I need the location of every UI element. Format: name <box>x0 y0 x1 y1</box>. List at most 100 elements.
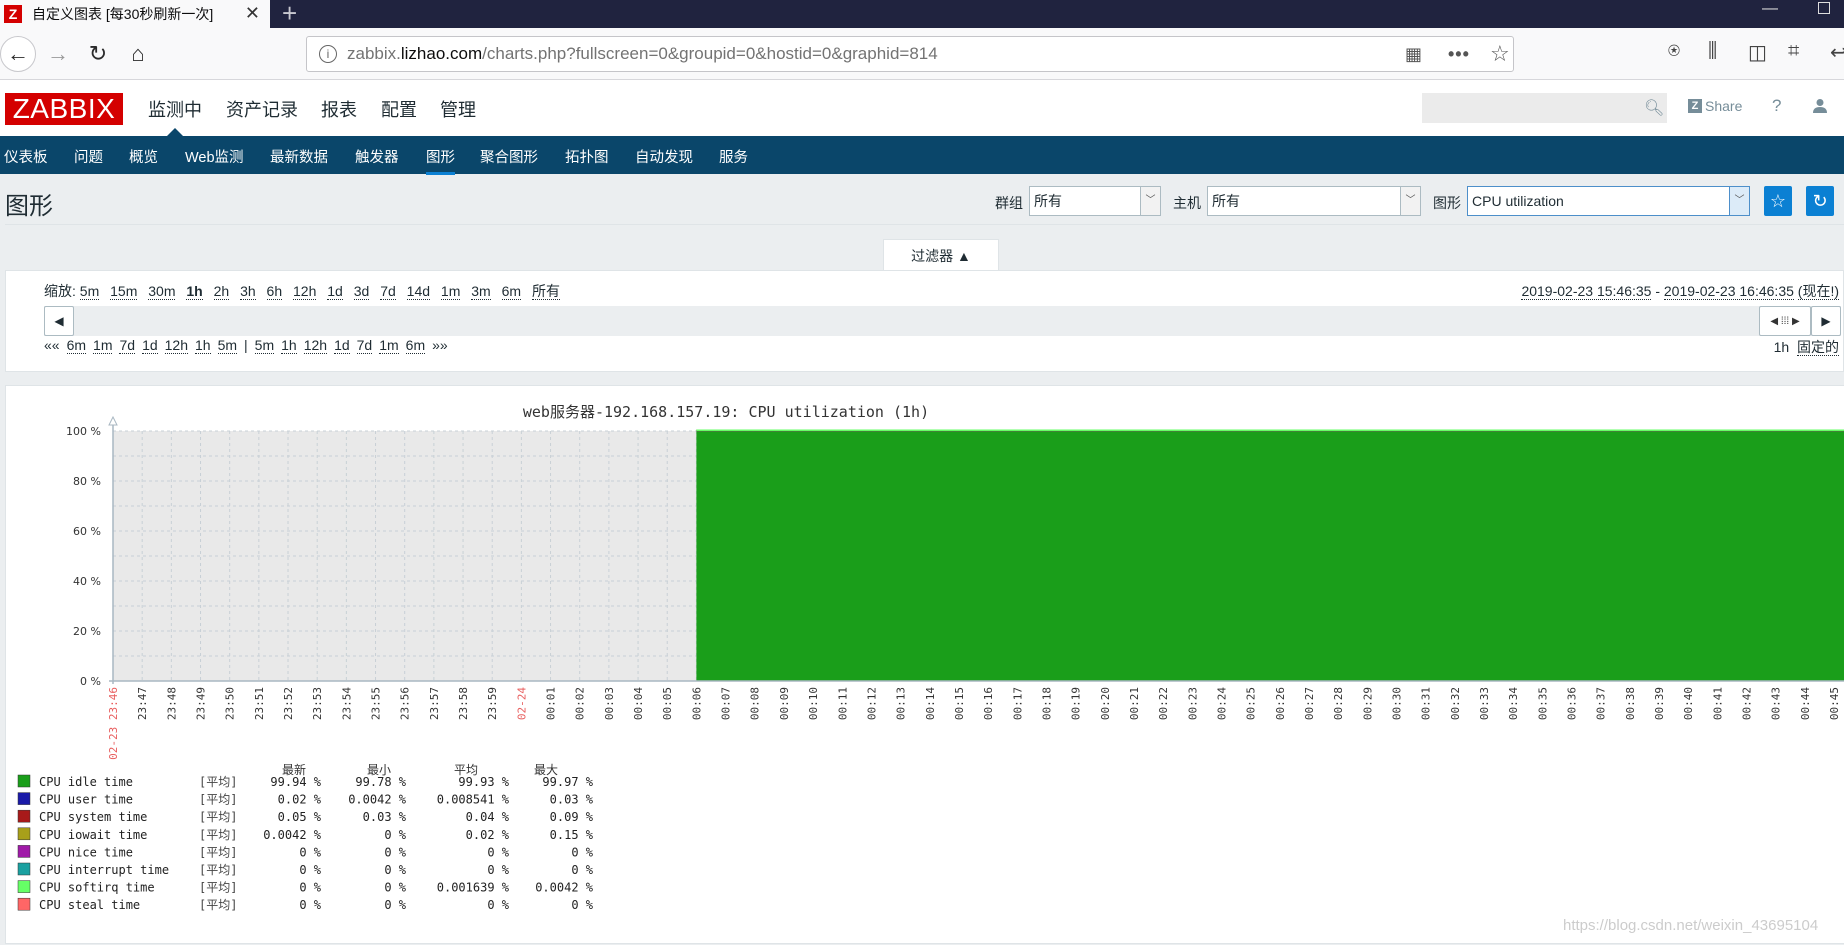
time-to[interactable]: 2019-02-23 16:46:35 <box>1663 283 1794 300</box>
group-select[interactable]: 所有 ﹀ <box>1029 186 1161 216</box>
zoom-option-10[interactable]: 7d <box>380 283 396 300</box>
zoom-option-8[interactable]: 1d <box>327 283 343 300</box>
submenu-latest-data[interactable]: 最新数据 <box>270 146 328 167</box>
top-menu-administration[interactable]: 管理 <box>440 96 476 122</box>
refresh-button[interactable]: ↻ <box>1806 186 1834 216</box>
nav-back-4[interactable]: 12h <box>164 337 188 354</box>
host-select[interactable]: 所有 ﹀ <box>1207 186 1421 216</box>
nav-back-0[interactable]: 6m <box>66 337 87 354</box>
close-tab-icon[interactable]: ✕ <box>245 3 260 24</box>
search-icon[interactable]: 🔍︎ <box>1644 98 1664 118</box>
back-arrow-icon[interactable]: ← <box>0 36 36 72</box>
zoom-option-14[interactable]: 6m <box>501 283 522 300</box>
zoom-option-7[interactable]: 12h <box>293 283 317 300</box>
time-from[interactable]: 2019-02-23 15:46:35 <box>1521 283 1652 300</box>
zoom-option-12[interactable]: 1m <box>440 283 461 300</box>
restore-window-icon[interactable] <box>1818 2 1830 14</box>
nav-back-5[interactable]: 1h <box>195 337 211 354</box>
zoom-option-5[interactable]: 3h <box>240 283 256 300</box>
zabbix-logo[interactable]: ZABBIX <box>5 93 123 125</box>
legend-value: 99.97 % <box>542 775 593 789</box>
submenu-triggers[interactable]: 触发器 <box>355 146 399 167</box>
zoom-option-0[interactable]: 5m <box>79 283 100 300</box>
nav-forward-6[interactable]: 6m <box>405 337 426 354</box>
save-to-pocket-icon[interactable]: ⍟ <box>1668 40 1680 63</box>
help-icon[interactable]: ? <box>1772 96 1781 116</box>
nav-forward-4[interactable]: 7d <box>356 337 373 354</box>
graph-select[interactable]: CPU utilization ﹀ <box>1467 186 1750 216</box>
filter-tab[interactable]: 过滤器 ▲ <box>883 239 999 271</box>
nav-forward-1[interactable]: 1h <box>281 337 297 354</box>
nav-back-2[interactable]: 7d <box>119 337 136 354</box>
x-tick-label: 23:53 <box>311 687 324 720</box>
legend-value: 0 % <box>571 863 593 877</box>
nav-forward-5[interactable]: 1m <box>379 337 399 354</box>
scroll-left-button[interactable]: ◀ <box>44 306 74 336</box>
scrollbar-handle[interactable]: ◀ ⁞⁞⁞ ▶ <box>1759 306 1811 336</box>
user-profile-icon[interactable] <box>1812 98 1828 114</box>
minimize-window-icon[interactable]: — <box>1762 0 1778 18</box>
legend-value: 0.04 % <box>466 810 510 824</box>
submenu-problems[interactable]: 问题 <box>74 146 103 167</box>
legend-series-name: CPU user time <box>39 793 133 807</box>
top-menu-monitoring[interactable]: 监测中 <box>148 96 202 122</box>
top-menu-configuration[interactable]: 配置 <box>381 96 417 122</box>
submenu-dashboard[interactable]: 仪表板 <box>4 146 48 167</box>
time-scrollbar[interactable]: ◀ ◀ ⁞⁞⁞ ▶ ▶ <box>44 306 1841 336</box>
undo-icon[interactable]: ↩ <box>1830 40 1844 65</box>
nav-forward-2[interactable]: 12h <box>303 337 328 354</box>
x-tick-label: 00:34 <box>1507 687 1520 720</box>
sidebar-icon[interactable]: ◫ <box>1748 40 1767 65</box>
search-input[interactable] <box>1422 93 1667 123</box>
nav-forward-all[interactable]: »» <box>432 337 448 353</box>
new-tab-icon[interactable]: + <box>282 0 297 26</box>
submenu-services[interactable]: 服务 <box>719 146 748 167</box>
x-tick-label: 00:40 <box>1682 687 1695 720</box>
page-actions-icon[interactable]: ••• <box>1448 37 1470 71</box>
cpu-utilization-chart[interactable]: web服务器-192.168.157.19: CPU utilization (… <box>6 386 1844 945</box>
x-tick-label: 23:52 <box>282 687 295 720</box>
group-label: 群组 <box>995 195 1023 211</box>
share-link[interactable]: Z Share <box>1688 98 1742 114</box>
zoom-option-6[interactable]: 6h <box>266 283 283 300</box>
zoom-option-2[interactable]: 30m <box>148 283 176 300</box>
submenu-discovery[interactable]: 自动发现 <box>635 146 693 167</box>
forward-arrow-icon[interactable]: → <box>42 38 74 70</box>
zoom-option-4[interactable]: 2h <box>213 283 230 300</box>
zoom-option-9[interactable]: 3d <box>353 283 370 300</box>
nav-forward-3[interactable]: 1d <box>334 337 350 354</box>
add-to-favorites-button[interactable]: ☆ <box>1764 186 1792 216</box>
legend-function: [平均] <box>199 881 237 895</box>
nav-back-1[interactable]: 1m <box>93 337 113 354</box>
zoom-option-3[interactable]: 1h <box>186 283 203 300</box>
nav-back-3[interactable]: 1d <box>142 337 158 354</box>
library-icon[interactable]: ⫼ <box>1708 40 1717 63</box>
bookmark-star-icon[interactable]: ☆ <box>1490 37 1510 71</box>
x-tick-label: 00:11 <box>836 687 849 720</box>
x-tick-label: 23:55 <box>370 687 383 720</box>
submenu-overview[interactable]: 概览 <box>129 146 158 167</box>
zoom-option-15[interactable]: 所有 <box>531 283 560 300</box>
reload-icon[interactable]: ↻ <box>82 38 114 70</box>
nav-back-6[interactable]: 5m <box>217 337 238 354</box>
zoom-option-13[interactable]: 3m <box>471 283 491 300</box>
nav-forward-0[interactable]: 5m <box>254 337 275 354</box>
zoom-option-11[interactable]: 14d <box>406 283 431 300</box>
screenshot-crop-icon[interactable]: ⌗ <box>1788 40 1799 63</box>
qr-code-icon[interactable]: ▦ <box>1405 37 1422 71</box>
top-menu-inventory[interactable]: 资产记录 <box>226 96 298 122</box>
browser-tab[interactable]: Z 自定义图表 [每30秒刷新一次] ✕ <box>0 0 270 28</box>
x-tick-label: 00:12 <box>865 687 878 720</box>
nav-back-all[interactable]: «« <box>44 337 60 353</box>
fixed-toggle[interactable]: 固定的 <box>1797 339 1839 356</box>
submenu-graphs[interactable]: 图形 <box>426 146 455 175</box>
url-bar[interactable]: i zabbix. lizhao.com/charts.php?fullscree… <box>306 36 1514 72</box>
site-info-icon[interactable]: i <box>319 45 337 63</box>
submenu-screens[interactable]: 聚合图形 <box>480 146 538 167</box>
home-icon[interactable]: ⌂ <box>122 38 154 70</box>
submenu-maps[interactable]: 拓扑图 <box>565 146 609 167</box>
submenu-web[interactable]: Web监测 <box>185 146 244 167</box>
scroll-right-button[interactable]: ▶ <box>1811 306 1841 336</box>
zoom-option-1[interactable]: 15m <box>110 283 138 300</box>
top-menu-reports[interactable]: 报表 <box>321 96 357 122</box>
